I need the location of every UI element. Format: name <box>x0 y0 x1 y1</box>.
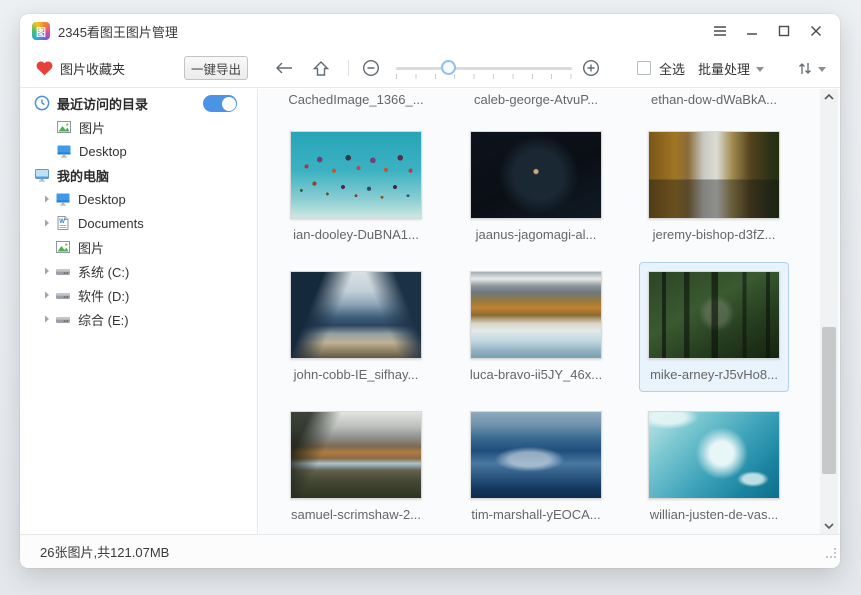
drive-icon <box>55 287 71 303</box>
image-cell[interactable]: luca-bravo-ii5JY_46x... <box>461 262 611 392</box>
batch-process-dropdown[interactable]: 批量处理 <box>698 48 764 88</box>
sidebar-computer-header[interactable]: 我的电脑 <box>20 163 257 187</box>
zoom-out-button[interactable] <box>362 48 380 88</box>
batch-process-label: 批量处理 <box>698 59 750 78</box>
image-cell[interactable]: ian-dooley-DuBNA1... <box>281 122 431 252</box>
expand-arrow-icon[interactable] <box>42 194 52 204</box>
chevron-down-icon <box>818 67 826 72</box>
thumbnail-fjord-mountains[interactable] <box>290 271 422 359</box>
app-window: 图 2345看图王图片管理 图片收藏夹 一键导出 <box>20 14 840 568</box>
favorites-group[interactable]: 图片收藏夹 <box>36 48 125 88</box>
select-all-group[interactable]: 全选 <box>637 48 685 88</box>
filename: willian-justen-de-vas... <box>640 507 788 522</box>
sidebar-item-drive-c[interactable]: 系统 (C:) <box>20 259 257 283</box>
computer-icon <box>34 167 50 183</box>
image-cell[interactable]: samuel-scrimshaw-2... <box>281 402 431 532</box>
partial-filename: CachedImage_1366_... <box>281 92 431 107</box>
thumbnail-alpine-autumn[interactable] <box>470 271 602 359</box>
close-icon[interactable] <box>800 17 832 45</box>
image-cell[interactable]: jaanus-jagomagi-al... <box>461 122 611 252</box>
drive-icon <box>55 263 71 279</box>
sort-dropdown[interactable] <box>798 48 826 88</box>
scroll-down-icon[interactable] <box>820 518 838 534</box>
sidebar-item-drive-d[interactable]: 软件 (D:) <box>20 283 257 307</box>
drive-icon <box>55 311 71 327</box>
filename: samuel-scrimshaw-2... <box>282 507 430 522</box>
window-title: 2345看图王图片管理 <box>58 22 178 41</box>
filename: jaanus-jagomagi-al... <box>462 227 610 242</box>
export-button[interactable]: 一键导出 <box>184 56 248 80</box>
image-cell[interactable]: jeremy-bishop-d3fZ... <box>639 122 789 252</box>
thumbnail-forest[interactable] <box>648 271 780 359</box>
scrollbar-thumb[interactable] <box>822 327 836 474</box>
filename: luca-bravo-ii5JY_46x... <box>462 367 610 382</box>
select-all-checkbox[interactable] <box>637 61 651 75</box>
zoom-slider-thumb[interactable] <box>441 60 456 75</box>
zoom-in-button[interactable] <box>582 48 600 88</box>
resize-grip[interactable] <box>826 556 828 558</box>
menu-icon[interactable] <box>704 17 736 45</box>
sidebar-item-documents[interactable]: W Documents <box>20 211 257 235</box>
zoom-slider-ticks <box>396 74 572 79</box>
sidebar-item-recent-pictures[interactable]: 图片 <box>20 115 257 139</box>
monitor-icon <box>56 143 72 159</box>
up-home-button[interactable] <box>312 48 330 88</box>
document-icon: W <box>55 215 71 231</box>
filename: ian-dooley-DuBNA1... <box>282 227 430 242</box>
monitor-icon <box>55 191 71 207</box>
zoom-slider-track[interactable] <box>396 67 572 70</box>
sidebar-item-pictures[interactable]: 图片 <box>20 235 257 259</box>
filename: tim-marshall-yEOCA... <box>462 507 610 522</box>
maximize-icon[interactable] <box>768 17 800 45</box>
scroll-up-icon[interactable] <box>820 89 838 105</box>
favorites-label: 图片收藏夹 <box>60 59 125 78</box>
back-button[interactable] <box>274 48 294 88</box>
app-logo-icon: 图 <box>32 22 50 40</box>
select-all-label: 全选 <box>659 59 685 78</box>
sidebar-item-recent-desktop[interactable]: Desktop <box>20 139 257 163</box>
thumbnail-jellyfish[interactable] <box>648 411 780 499</box>
toolbar: 图片收藏夹 一键导出 全选 批量处理 <box>20 48 840 88</box>
image-cell-selected[interactable]: mike-arney-rJ5vHo8... <box>639 262 789 392</box>
status-bar: 26张图片,共121.07MB <box>20 534 840 568</box>
svg-text:W: W <box>59 219 65 225</box>
status-text: 26张图片,共121.07MB <box>40 542 169 561</box>
title-bar: 图 2345看图王图片管理 <box>20 14 840 48</box>
heart-icon <box>36 61 53 76</box>
sidebar-item-desktop[interactable]: Desktop <box>20 187 257 211</box>
expand-arrow-icon[interactable] <box>42 266 52 276</box>
thumbnail-floating-person[interactable] <box>470 131 602 219</box>
image-cell[interactable]: willian-justen-de-vas... <box>639 402 789 532</box>
recent-toggle[interactable] <box>203 95 237 112</box>
image-cell[interactable]: john-cobb-IE_sifhay... <box>281 262 431 392</box>
picture-icon <box>55 239 71 255</box>
expand-arrow-icon[interactable] <box>42 290 52 300</box>
sort-icon <box>798 61 812 76</box>
thumbnail-autumn-lake[interactable] <box>648 131 780 219</box>
image-cell[interactable]: tim-marshall-yEOCA... <box>461 402 611 532</box>
expand-arrow-icon[interactable] <box>42 218 52 228</box>
partial-filename: ethan-dow-dWaBkA... <box>639 92 789 107</box>
thumbnail-grid: CachedImage_1366_... caleb-george-AtvuP.… <box>259 89 840 534</box>
filename: john-cobb-IE_sifhay... <box>282 367 430 382</box>
minimize-icon[interactable] <box>736 17 768 45</box>
partial-filename: caleb-george-AtvuP... <box>461 92 611 107</box>
sidebar-recent-header[interactable]: 最近访问的目录 <box>20 91 257 115</box>
filename: jeremy-bishop-d3fZ... <box>640 227 788 242</box>
vertical-scrollbar[interactable] <box>820 89 838 534</box>
picture-icon <box>56 119 72 135</box>
clock-icon <box>34 95 50 111</box>
thumbnail-mountain-clouds[interactable] <box>290 411 422 499</box>
toolbar-divider <box>348 60 349 76</box>
toggle-knob <box>222 97 236 111</box>
sidebar-item-drive-e[interactable]: 综合 (E:) <box>20 307 257 331</box>
window-controls <box>704 14 832 48</box>
thumbnail-ocean-wave[interactable] <box>470 411 602 499</box>
chevron-down-icon <box>756 67 764 72</box>
sidebar: 最近访问的目录 图片 Desktop 我的电脑 Desktop W Docume… <box>20 89 258 534</box>
expand-arrow-icon[interactable] <box>42 314 52 324</box>
thumbnail-balloons[interactable] <box>290 131 422 219</box>
filename: mike-arney-rJ5vHo8... <box>640 367 788 382</box>
